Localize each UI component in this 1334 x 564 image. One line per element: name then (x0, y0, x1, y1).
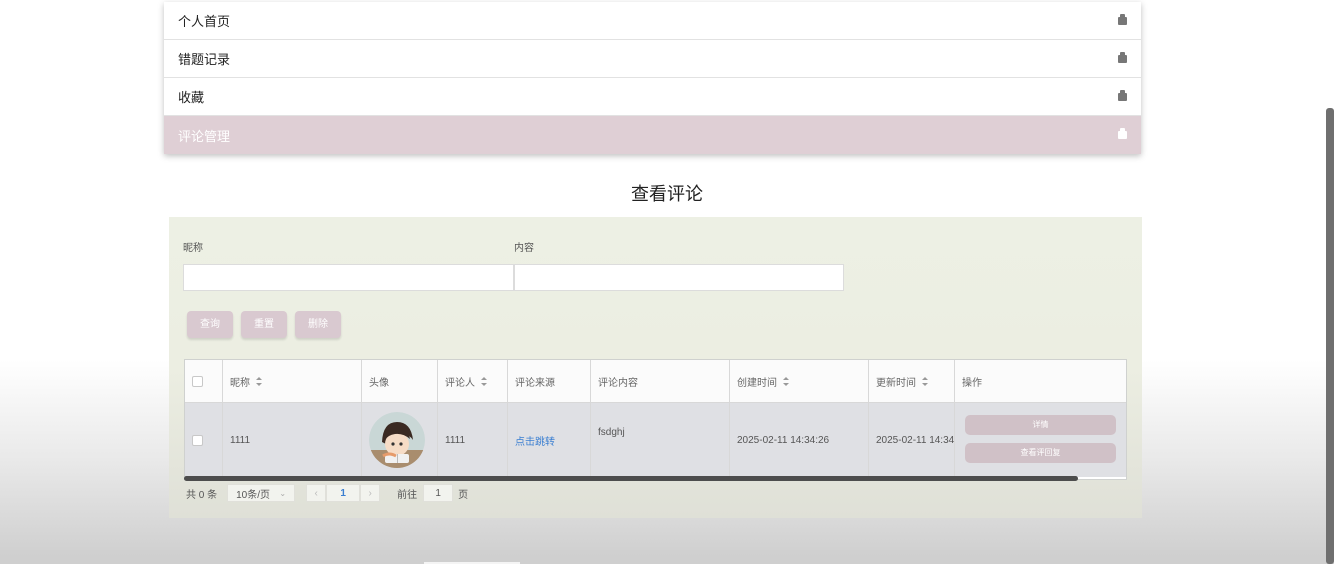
folder-icon (1118, 89, 1127, 101)
menu-item-home[interactable]: 个人首页 (164, 2, 1141, 40)
row-select-cell (185, 403, 223, 477)
side-menu: 个人首页 错题记录 收藏 评论管理 (164, 2, 1141, 154)
header-avatar: 头像 (362, 360, 438, 402)
avatar-image (369, 412, 425, 468)
header-actions: 操作 (955, 360, 1126, 402)
header-label: 昵称 (230, 377, 250, 389)
comments-panel: 昵称 内容 查询 重置 删除 昵称 头像 评论人 评论来源 评论内容 创建时间 … (169, 217, 1142, 518)
query-button[interactable]: 查询 (187, 311, 233, 338)
header-label: 评论内容 (598, 377, 638, 389)
header-select-cell (185, 360, 223, 402)
page-size-select[interactable]: 10条/页 ⌄ (227, 484, 296, 502)
folder-icon (1118, 51, 1127, 63)
select-all-checkbox[interactable] (192, 375, 203, 387)
avatar (369, 412, 425, 468)
reset-button[interactable]: 重置 (241, 311, 287, 338)
cell-content: fsdghj (591, 403, 730, 477)
sort-icon[interactable] (783, 376, 789, 386)
menu-item-label: 个人首页 (178, 14, 231, 29)
header-created[interactable]: 创建时间 (730, 360, 869, 402)
content-input[interactable] (514, 264, 844, 291)
header-label: 更新时间 (876, 377, 916, 389)
cell-updated: 2025-02-11 14:34:26 (869, 403, 955, 477)
page-title: 查看评论 (631, 184, 703, 204)
header-label: 评论人 (445, 377, 475, 389)
folder-icon (1118, 128, 1127, 139)
menu-item-favorites[interactable]: 收藏 (164, 78, 1141, 116)
footer-bar (0, 556, 1334, 564)
view-replies-button[interactable]: 查看评回复 (965, 443, 1116, 463)
content-label: 内容 (514, 243, 534, 254)
page-size-value: 10条/页 (236, 489, 271, 501)
menu-item-label: 收藏 (178, 90, 205, 105)
table-header-row: 昵称 头像 评论人 评论来源 评论内容 创建时间 更新时间 操作 (185, 360, 1126, 403)
header-commenter[interactable]: 评论人 (438, 360, 508, 402)
nickname-label: 昵称 (183, 243, 203, 254)
header-label: 创建时间 (737, 377, 777, 389)
chevron-left-icon: ‹ (314, 487, 318, 499)
header-content: 评论内容 (591, 360, 730, 402)
pagination: 共 0 条 10条/页 ⌄ ‹ 1 › 前往 页 (186, 484, 469, 502)
menu-item-wrong-records[interactable]: 错题记录 (164, 40, 1141, 78)
prev-page-button[interactable]: ‹ (306, 484, 327, 502)
header-updated[interactable]: 更新时间 (869, 360, 955, 402)
cell-nickname: 1111 (223, 403, 362, 477)
header-label: 头像 (369, 377, 389, 389)
table-horizontal-scrollbar[interactable] (184, 476, 1078, 481)
sort-icon[interactable] (922, 376, 928, 386)
cell-actions: 详情 查看评回复 (955, 403, 1126, 477)
menu-item-label: 错题记录 (178, 52, 231, 67)
goto-label: 前往 (397, 489, 418, 501)
page-suffix: 页 (458, 489, 469, 501)
nickname-input[interactable] (183, 264, 514, 291)
comments-table: 昵称 头像 评论人 评论来源 评论内容 创建时间 更新时间 操作 1111 11… (184, 359, 1127, 480)
total-count: 共 0 条 (186, 489, 218, 501)
detail-button[interactable]: 详情 (965, 415, 1116, 435)
page-vertical-scrollbar[interactable] (1326, 108, 1334, 564)
row-checkbox[interactable] (192, 434, 203, 446)
next-page-button[interactable]: › (360, 484, 381, 502)
cell-commenter: 1111 (438, 403, 508, 477)
cell-source: 点击跳转 (508, 403, 591, 477)
delete-button[interactable]: 删除 (295, 311, 341, 338)
header-label: 操作 (962, 377, 982, 389)
sort-icon[interactable] (256, 376, 262, 386)
goto-page-input[interactable] (423, 484, 454, 502)
cell-created: 2025-02-11 14:34:26 (730, 403, 869, 477)
chevron-right-icon: › (368, 487, 372, 499)
header-label: 评论来源 (515, 377, 555, 389)
menu-item-comments[interactable]: 评论管理 (164, 116, 1141, 154)
cell-avatar (362, 403, 438, 477)
header-nickname[interactable]: 昵称 (223, 360, 362, 402)
page-number-current[interactable]: 1 (326, 484, 361, 502)
chevron-down-icon: ⌄ (279, 488, 287, 498)
table-row: 1111 1111 点击跳转 fsdghj 2025-02-11 14:34:2… (185, 403, 1126, 477)
source-link[interactable]: 点击跳转 (515, 433, 555, 448)
header-source: 评论来源 (508, 360, 591, 402)
menu-item-label: 评论管理 (178, 128, 231, 144)
home-icon (1118, 13, 1127, 25)
sort-icon[interactable] (481, 376, 487, 386)
